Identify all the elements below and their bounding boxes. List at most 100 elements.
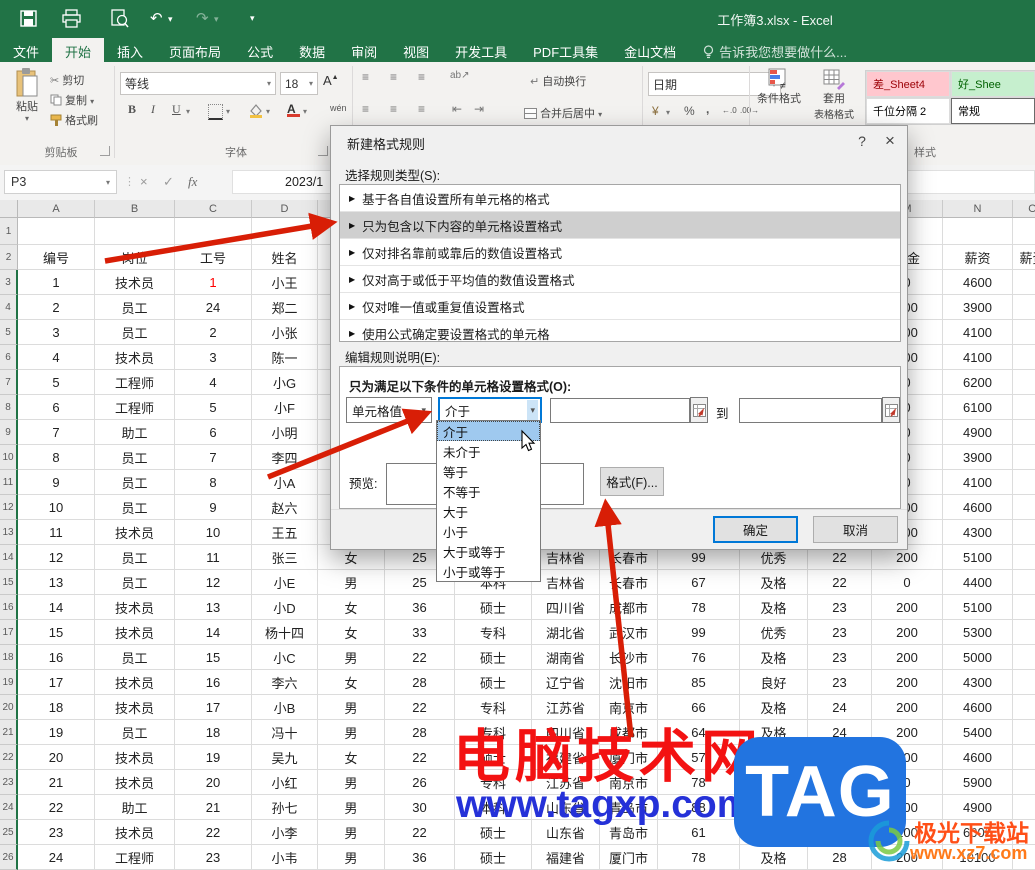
grid-cell-C3[interactable]: 1 [175, 270, 252, 295]
grid-cell-K16[interactable]: 及格 [740, 595, 808, 620]
grid-cell-O7[interactable] [1013, 370, 1035, 395]
grid-cell-D25[interactable]: 小李 [252, 820, 318, 845]
comma-style-icon[interactable]: , [706, 102, 709, 116]
row-header-21[interactable]: 21 [0, 720, 18, 745]
grid-cell-B8[interactable]: 工程师 [95, 395, 175, 420]
tab-2[interactable]: 插入 [104, 38, 156, 62]
col-header-D[interactable]: D [252, 200, 318, 218]
grid-cell-N19[interactable]: 4300 [943, 670, 1013, 695]
copy-button[interactable]: 复制 ▾ [50, 92, 94, 108]
grid-cell-L15[interactable]: 22 [808, 570, 872, 595]
grid-cell-A26[interactable]: 24 [18, 845, 95, 870]
grid-cell-A23[interactable]: 21 [18, 770, 95, 795]
row-header-19[interactable]: 19 [0, 670, 18, 695]
grid-cell-F24[interactable]: 30 [385, 795, 455, 820]
grid-cell-N14[interactable]: 5100 [943, 545, 1013, 570]
cell-style-chip-2[interactable]: 千位分隔 2 [866, 98, 950, 124]
grid-cell-D24[interactable]: 孙七 [252, 795, 318, 820]
grid-cell-L19[interactable]: 23 [808, 670, 872, 695]
grid-cell-A16[interactable]: 14 [18, 595, 95, 620]
row-header-14[interactable]: 14 [0, 545, 18, 570]
grid-cell-B26[interactable]: 工程师 [95, 845, 175, 870]
row-header-13[interactable]: 13 [0, 520, 18, 545]
grid-cell-K26[interactable]: 及格 [740, 845, 808, 870]
percent-style-icon[interactable]: % [684, 104, 695, 118]
grid-cell-M20[interactable]: 200 [872, 695, 943, 720]
value1-range-picker-icon[interactable] [690, 397, 708, 423]
grid-cell-A5[interactable]: 3 [18, 320, 95, 345]
operator-option-4[interactable]: 大于 [437, 501, 540, 521]
grid-cell-C4[interactable]: 24 [175, 295, 252, 320]
grid-cell-A6[interactable]: 4 [18, 345, 95, 370]
grid-cell-C25[interactable]: 22 [175, 820, 252, 845]
grid-cell-I16[interactable]: 成都市 [600, 595, 658, 620]
fill-color-icon[interactable] [248, 102, 264, 118]
row-header-17[interactable]: 17 [0, 620, 18, 645]
grid-cell-D15[interactable]: 小E [252, 570, 318, 595]
grid-cell-A19[interactable]: 17 [18, 670, 95, 695]
grid-cell-C20[interactable]: 17 [175, 695, 252, 720]
grid-cell-D16[interactable]: 小D [252, 595, 318, 620]
grid-cell-N6[interactable]: 4100 [943, 345, 1013, 370]
row-header-1[interactable]: 1 [0, 218, 18, 245]
grid-cell-A2[interactable]: 编号 [18, 245, 95, 270]
grid-cell-C16[interactable]: 13 [175, 595, 252, 620]
grid-cell-D26[interactable]: 小韦 [252, 845, 318, 870]
grid-cell-C5[interactable]: 2 [175, 320, 252, 345]
grid-cell-L26[interactable]: 28 [808, 845, 872, 870]
format-button[interactable]: 格式(F)... [600, 467, 664, 496]
grid-cell-D12[interactable]: 赵六 [252, 495, 318, 520]
grid-cell-H16[interactable]: 四川省 [532, 595, 600, 620]
tab-1[interactable]: 开始 [52, 38, 105, 62]
print-preview-icon[interactable] [110, 9, 129, 28]
name-box[interactable]: P3 ▾ [4, 170, 117, 194]
grid-cell-M19[interactable]: 200 [872, 670, 943, 695]
grid-cell-B19[interactable]: 技术员 [95, 670, 175, 695]
grid-cell-C23[interactable]: 20 [175, 770, 252, 795]
grid-cell-D21[interactable]: 冯十 [252, 720, 318, 745]
borders-icon[interactable] [208, 104, 223, 120]
grid-cell-E23[interactable]: 男 [318, 770, 385, 795]
grid-cell-D8[interactable]: 小F [252, 395, 318, 420]
grid-cell-B13[interactable]: 技术员 [95, 520, 175, 545]
row-header-6[interactable]: 6 [0, 345, 18, 370]
row-header-8[interactable]: 8 [0, 395, 18, 420]
row-header-20[interactable]: 20 [0, 695, 18, 720]
font-name-combo[interactable]: 等线 ▾ [120, 72, 276, 95]
value1-input[interactable] [550, 398, 690, 423]
format-painter-button[interactable]: 格式刷 [50, 112, 98, 128]
increase-decimal-icon[interactable]: ←.0 [722, 106, 737, 115]
grid-cell-E16[interactable]: 女 [318, 595, 385, 620]
grid-cell-D13[interactable]: 王五 [252, 520, 318, 545]
cell-style-chip-0[interactable]: 差_Sheet4 [866, 71, 950, 97]
grid-cell-N13[interactable]: 4300 [943, 520, 1013, 545]
cell-value-combo[interactable]: 单元格值 ▾ [346, 397, 432, 423]
grid-cell-B20[interactable]: 技术员 [95, 695, 175, 720]
grid-cell-C19[interactable]: 16 [175, 670, 252, 695]
col-header-N[interactable]: N [943, 200, 1013, 218]
grid-cell-C22[interactable]: 19 [175, 745, 252, 770]
grid-cell-B9[interactable]: 助工 [95, 420, 175, 445]
row-header-16[interactable]: 16 [0, 595, 18, 620]
grid-cell-O9[interactable] [1013, 420, 1035, 445]
grid-cell-A13[interactable]: 11 [18, 520, 95, 545]
select-all-corner[interactable] [0, 200, 18, 218]
grid-cell-O20[interactable] [1013, 695, 1035, 720]
tab-6[interactable]: 审阅 [338, 38, 390, 62]
grid-cell-G19[interactable]: 硕士 [455, 670, 532, 695]
grid-cell-C1[interactable] [175, 218, 252, 245]
col-header-C[interactable]: C [175, 200, 252, 218]
grid-cell-G17[interactable]: 专科 [455, 620, 532, 645]
grid-cell-F25[interactable]: 22 [385, 820, 455, 845]
row-header-2[interactable]: 2 [0, 245, 18, 270]
rule-type-item-5[interactable]: ▶ 使用公式确定要设置格式的单元格 [340, 320, 900, 342]
grid-cell-D18[interactable]: 小C [252, 645, 318, 670]
grid-cell-L18[interactable]: 23 [808, 645, 872, 670]
row-header-23[interactable]: 23 [0, 770, 18, 795]
operator-option-3[interactable]: 不等于 [437, 481, 540, 501]
grid-cell-O21[interactable] [1013, 720, 1035, 745]
orientation-icon[interactable]: ab↗ [450, 70, 470, 81]
grid-cell-H19[interactable]: 辽宁省 [532, 670, 600, 695]
tab-0[interactable]: 文件 [0, 38, 52, 62]
grid-cell-A11[interactable]: 9 [18, 470, 95, 495]
